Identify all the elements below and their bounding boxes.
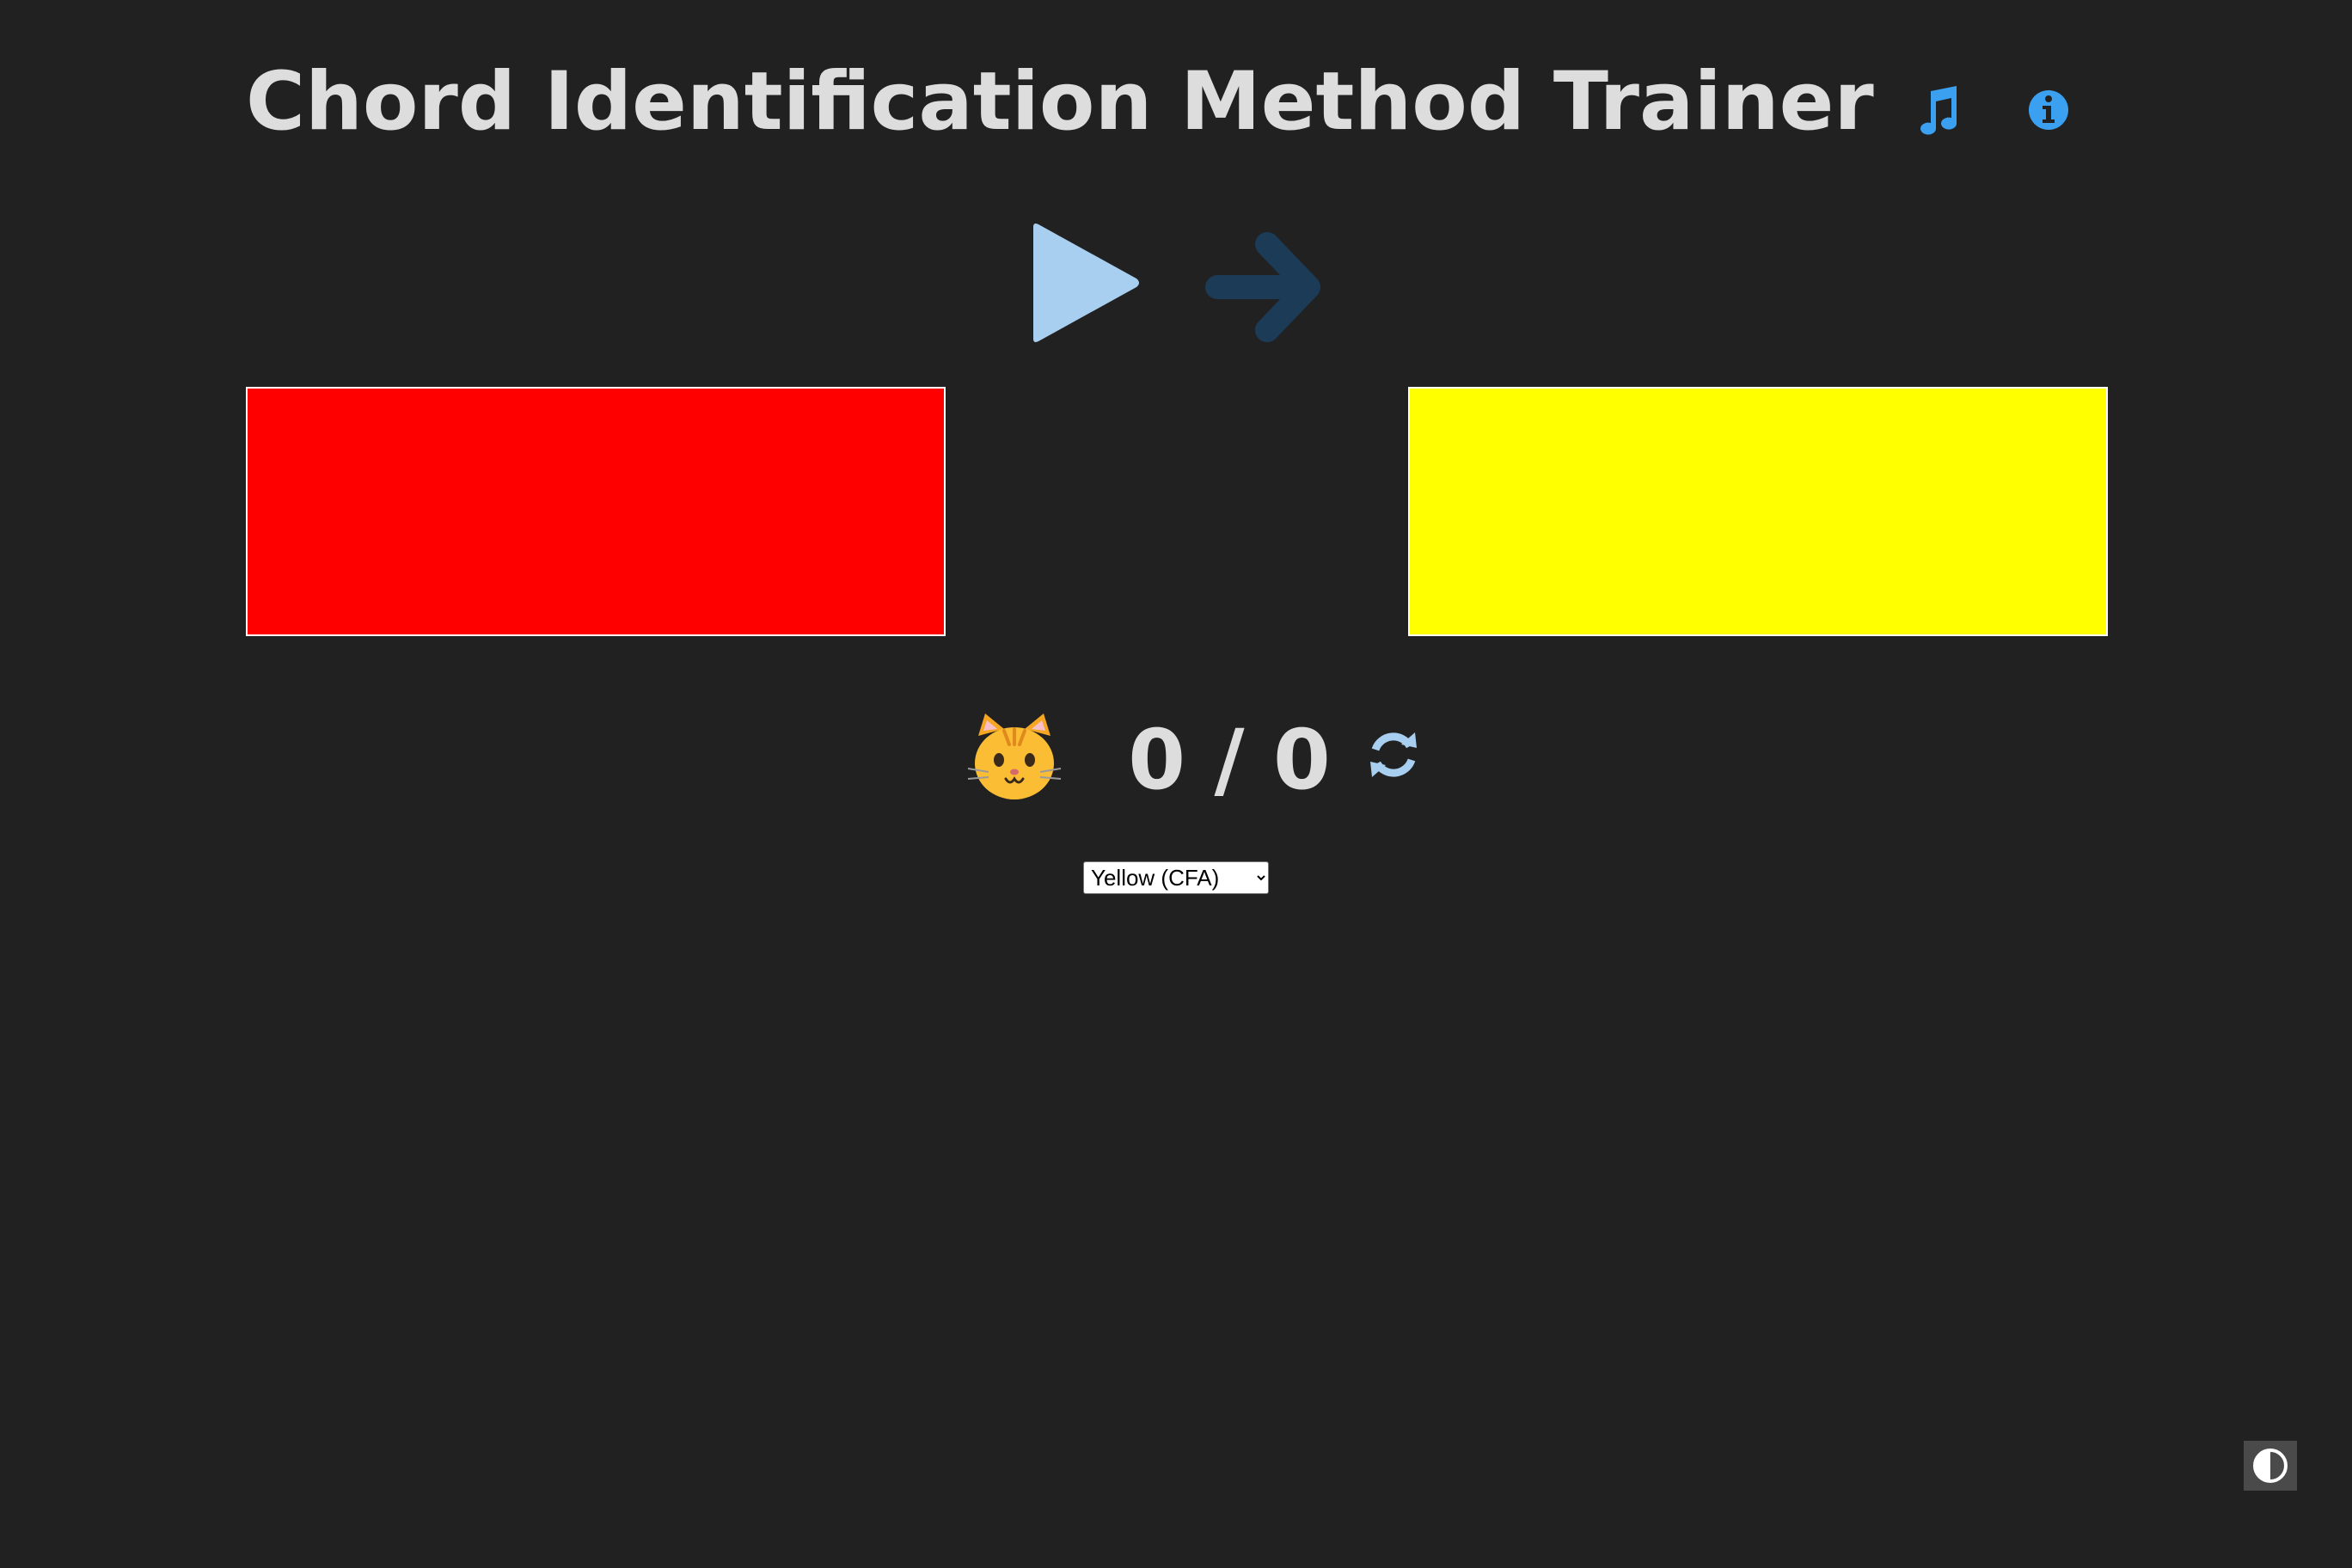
cat-face-icon <box>966 710 1063 806</box>
page-title: Chord Identification Method Trainer <box>246 55 1874 149</box>
color-scheme-select[interactable]: Yellow (CFA) <box>1083 861 1269 894</box>
reset-score-button[interactable] <box>1367 727 1420 782</box>
contrast-icon <box>2252 1448 2288 1484</box>
chord-color-box-yellow[interactable] <box>1408 387 2108 636</box>
score-counter: 0 / 0 <box>1128 712 1331 808</box>
info-circle-icon[interactable] <box>2027 89 2070 132</box>
next-button[interactable] <box>1205 225 1324 349</box>
play-button[interactable] <box>1028 222 1142 344</box>
theme-toggle-button[interactable] <box>2244 1441 2297 1491</box>
chord-color-box-red[interactable] <box>246 387 946 636</box>
music-note-icon[interactable] <box>1912 86 1960 138</box>
